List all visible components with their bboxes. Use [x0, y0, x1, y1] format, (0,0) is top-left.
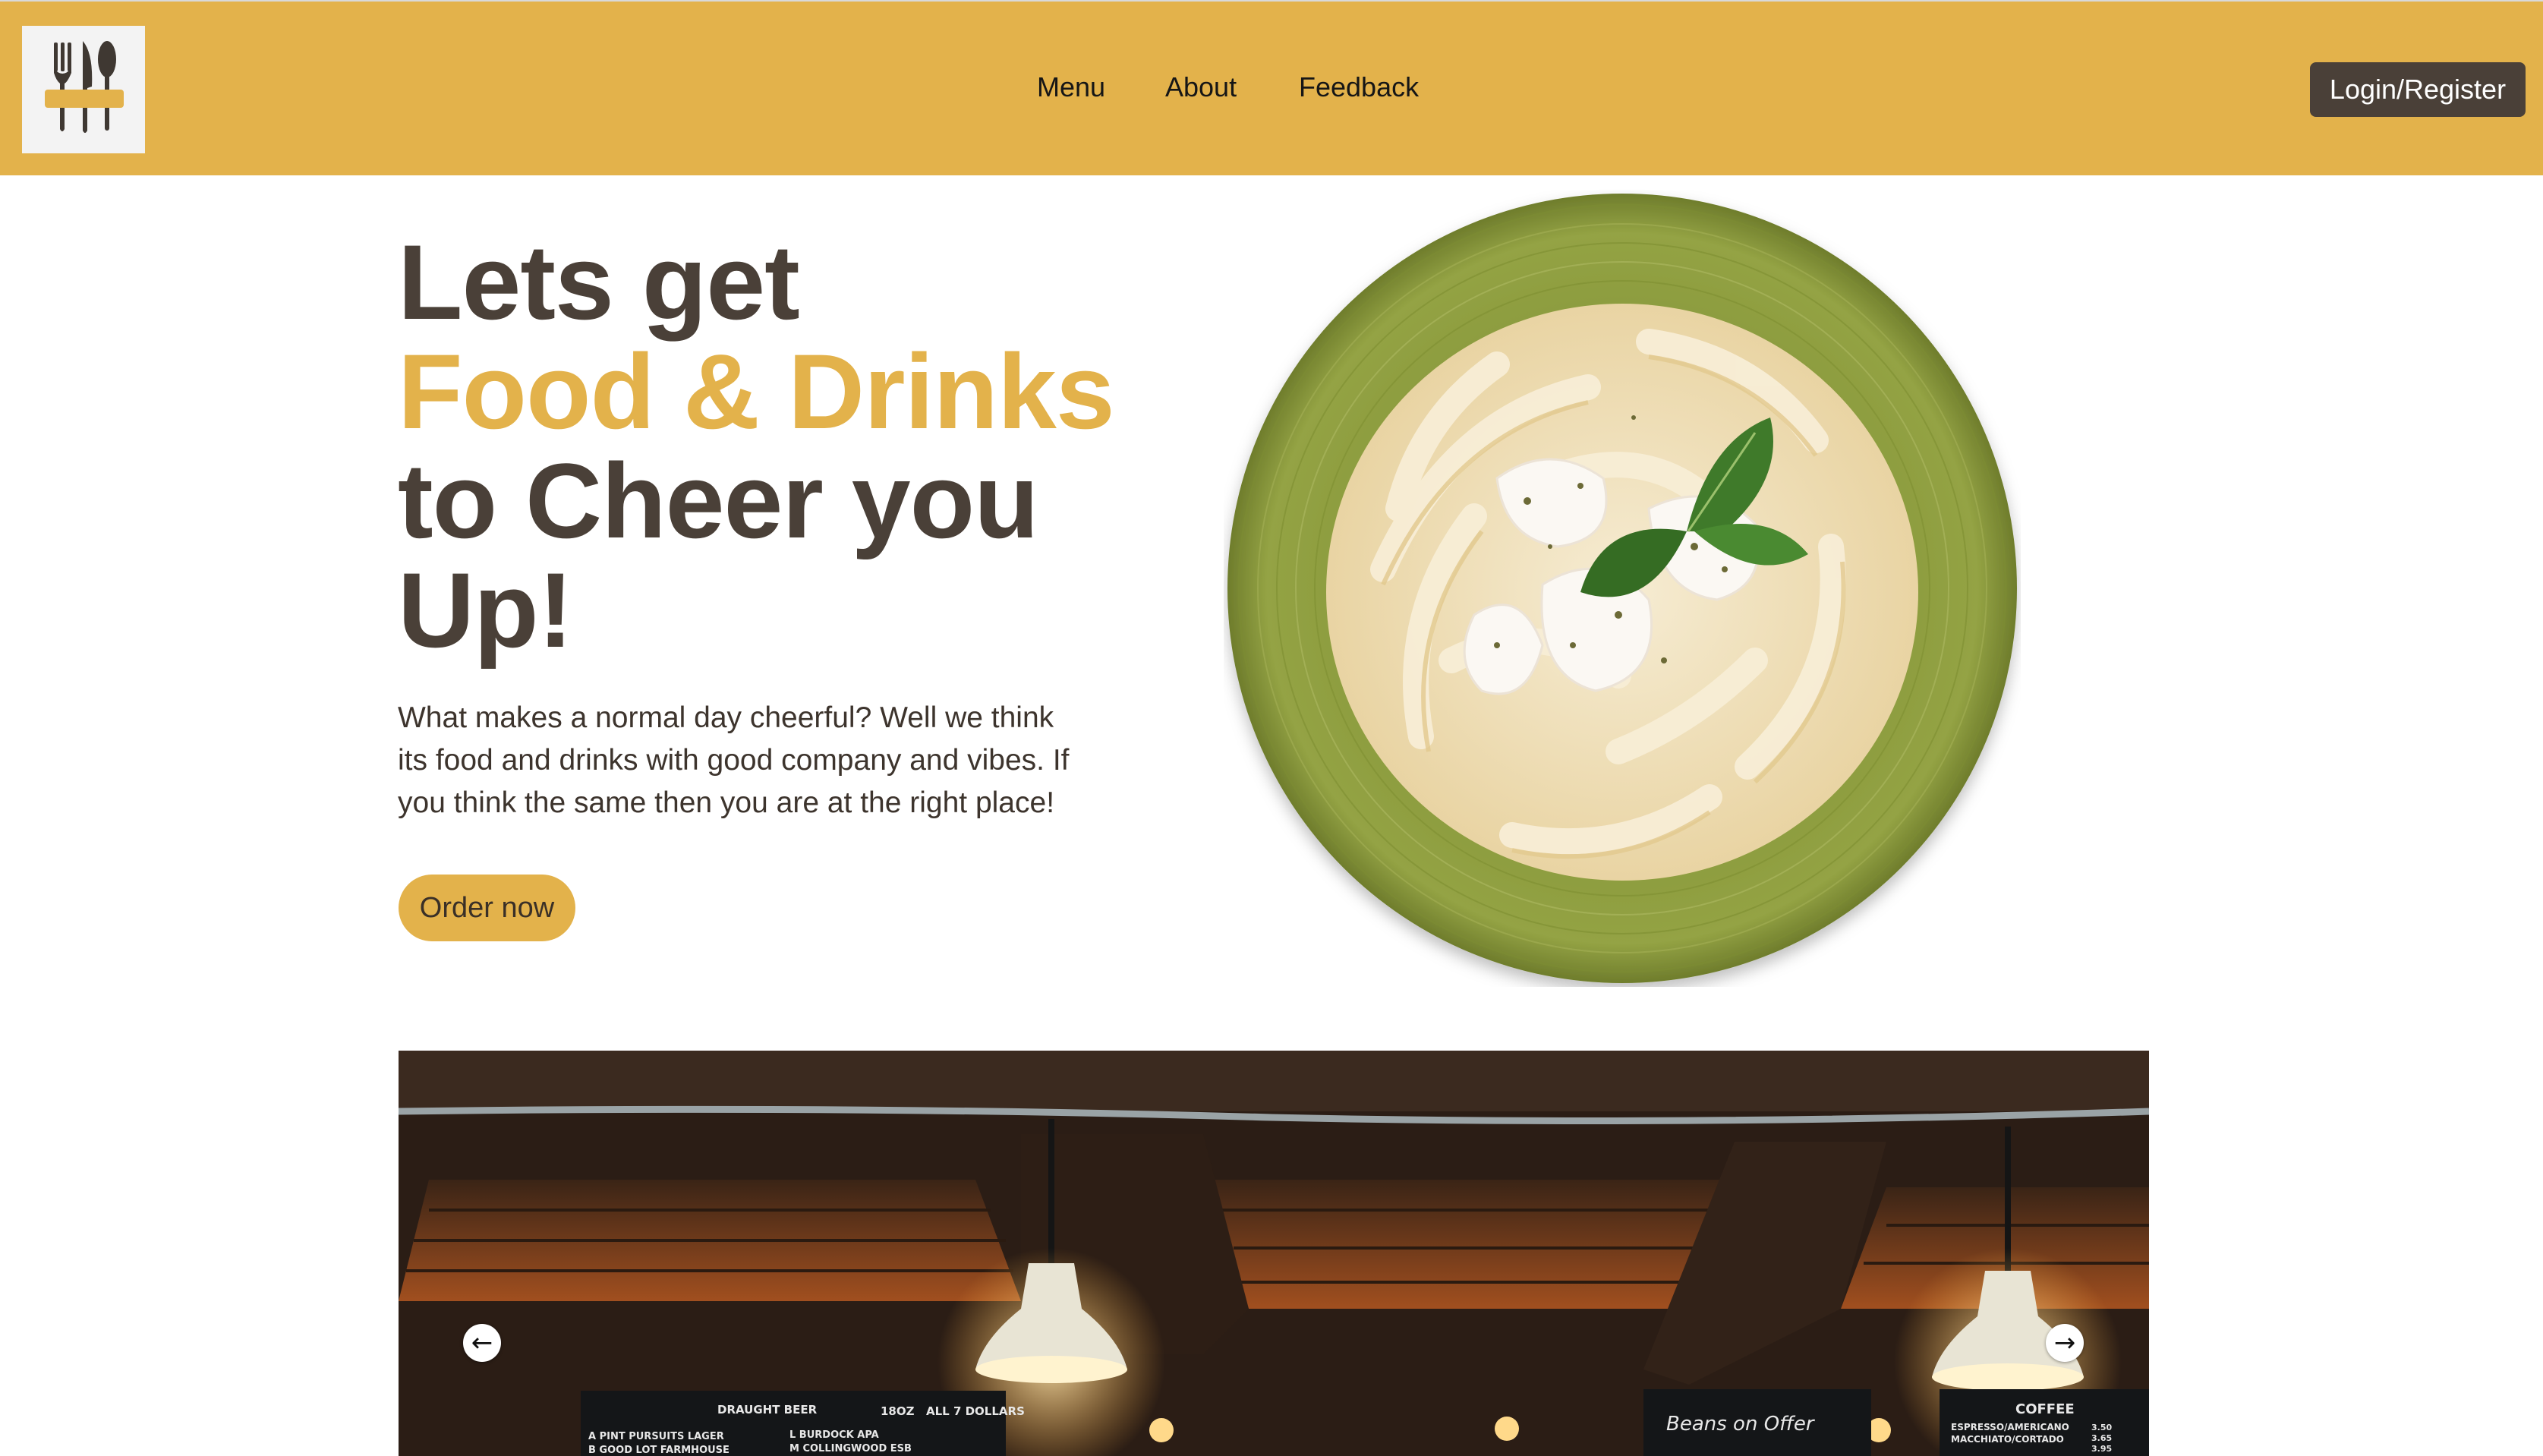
sign-right-price3: 3.95: [2091, 1444, 2112, 1454]
sign-right-title: COFFEE: [2015, 1401, 2075, 1417]
nav-feedback[interactable]: Feedback: [1299, 71, 1419, 103]
cutlery-logo-icon[interactable]: [22, 26, 145, 153]
sign-left-col2: ALL 7 DOLLARS: [926, 1404, 1025, 1418]
login-register-button[interactable]: Login/Register: [2310, 62, 2526, 117]
restaurant-interior-image: DRAUGHT BEER 18OZ ALL 7 DOLLARS A PINT P…: [399, 1051, 2149, 1456]
hero-heading-line1: Lets get: [398, 222, 800, 342]
hero-description-line2: its food and drinks with good company an…: [398, 744, 1070, 777]
nav-about[interactable]: About: [1165, 71, 1237, 103]
site-header: Menu About Feedback Login/Register: [0, 0, 2543, 175]
sign-left-row2a: B GOOD LOT FARMHOUSE: [588, 1445, 729, 1456]
sign-right-price1: 3.50: [2091, 1423, 2112, 1432]
arrow-right-icon[interactable]: →: [2046, 1324, 2084, 1362]
sign-right-price2: 3.65: [2091, 1433, 2112, 1443]
sign-right-row1: ESPRESSO/AMERICANO: [1951, 1422, 2069, 1432]
hero-heading-accent: Food & Drinks: [398, 332, 1115, 451]
hero-description-line3: you think the same then you are at the r…: [398, 786, 1055, 819]
sign-left-row1a: A PINT PURSUITS LAGER: [588, 1431, 724, 1442]
hero-heading-line3: to Cheer you: [398, 441, 1039, 560]
nav-menu[interactable]: Menu: [1037, 71, 1105, 103]
hero-heading-line4: Up!: [398, 550, 573, 670]
sign-left-row1b: L BURDOCK APA: [789, 1429, 879, 1441]
hero-description-line1: What makes a normal day cheerful? Well w…: [398, 701, 1054, 734]
arrow-left-icon[interactable]: ←: [463, 1324, 501, 1362]
sign-left-col1: 18OZ: [881, 1404, 915, 1418]
hero-description: What makes a normal day cheerful? Well w…: [398, 697, 1111, 824]
pasta-plate-image: [1224, 190, 2021, 987]
hero-heading: Lets get Food & Drinks to Cheer you Up!: [398, 228, 1157, 665]
order-now-button[interactable]: Order now: [399, 875, 575, 941]
sign-left-row2b: M COLLINGWOOD ESB: [789, 1443, 912, 1454]
sign-mid: Beans on Offer: [1666, 1413, 1816, 1436]
sign-left-title: DRAUGHT BEER: [717, 1403, 818, 1417]
sign-right-row2: MACCHIATO/CORTADO: [1951, 1434, 2064, 1445]
